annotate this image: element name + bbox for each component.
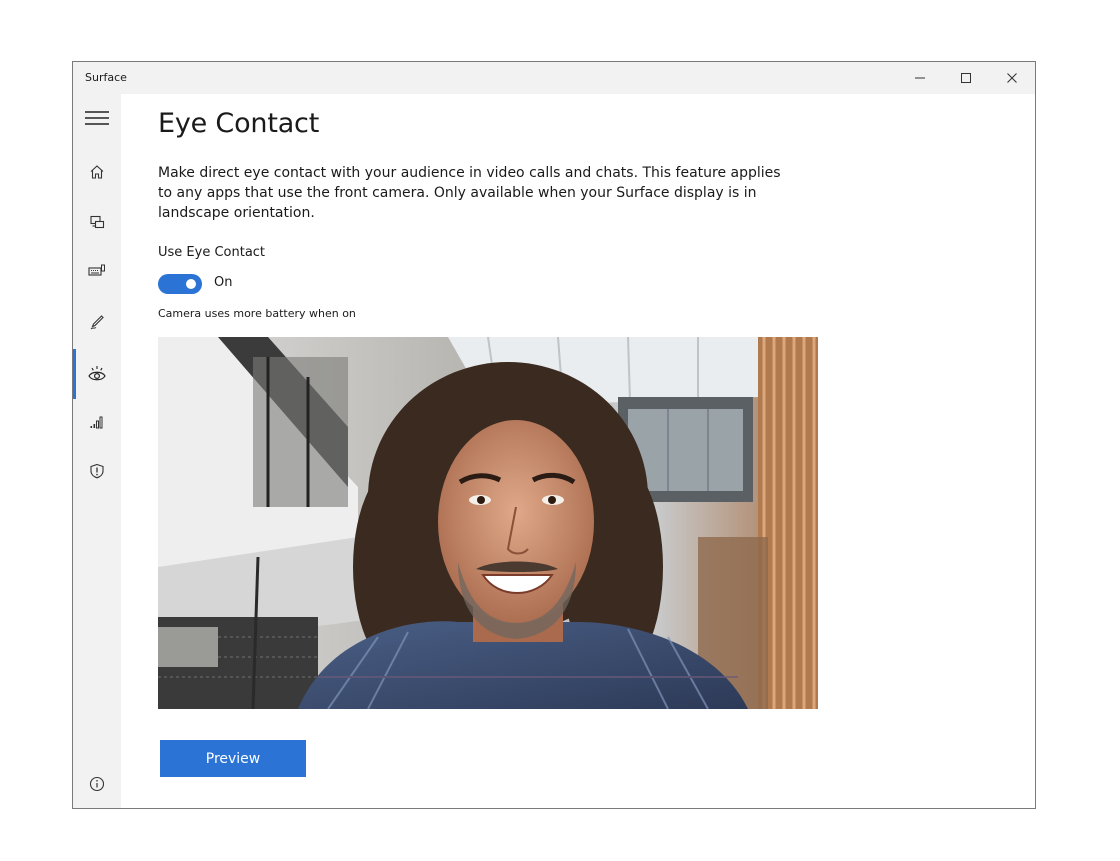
pen-icon <box>90 315 104 330</box>
close-button[interactable] <box>989 62 1035 94</box>
info-icon <box>89 776 105 792</box>
page-title: Eye Contact <box>158 108 320 139</box>
toggle-knob <box>186 279 196 289</box>
sidebar-item-home[interactable] <box>73 152 121 192</box>
toggle-label: Use Eye Contact <box>158 245 266 260</box>
hamburger-menu-icon <box>85 111 109 125</box>
home-icon <box>90 165 104 179</box>
maximize-icon <box>961 73 971 83</box>
sidebar-item-pen[interactable] <box>73 302 121 342</box>
close-icon <box>1007 73 1017 83</box>
app-title: Surface <box>85 71 127 84</box>
camera-preview-graphic <box>158 337 818 709</box>
minimize-button[interactable] <box>897 62 943 94</box>
eye-contact-icon <box>88 366 106 381</box>
sidebar-item-devices[interactable] <box>73 202 121 242</box>
eye-contact-toggle[interactable] <box>158 274 202 294</box>
sidebar-nav <box>73 94 121 808</box>
sidebar-item-warranty[interactable] <box>73 451 121 491</box>
page-description: Make direct eye contact with your audien… <box>158 165 781 221</box>
main-content: Eye Contact Make direct eye contact with… <box>121 94 1035 808</box>
title-bar[interactable]: Surface <box>73 62 1035 94</box>
shield-icon <box>90 463 104 479</box>
sidebar-item-about[interactable] <box>73 764 121 804</box>
hamburger-menu-button[interactable] <box>73 98 121 138</box>
toggle-state-text: On <box>214 275 233 290</box>
app-window: Surface Eye Contact Make direct eye cont… <box>72 61 1036 809</box>
signal-bars-icon <box>90 416 103 429</box>
devices-icon <box>90 215 105 229</box>
sidebar-item-eye-contact[interactable] <box>73 349 121 399</box>
sidebar-item-keyboard[interactable] <box>73 251 121 291</box>
battery-note: Camera uses more battery when on <box>158 307 356 320</box>
maximize-button[interactable] <box>943 62 989 94</box>
keyboard-icon <box>88 264 105 276</box>
sidebar-item-diagnostics[interactable] <box>73 402 121 442</box>
preview-button[interactable]: Preview <box>160 740 306 777</box>
minimize-icon <box>915 77 925 79</box>
camera-preview-image <box>158 337 818 709</box>
